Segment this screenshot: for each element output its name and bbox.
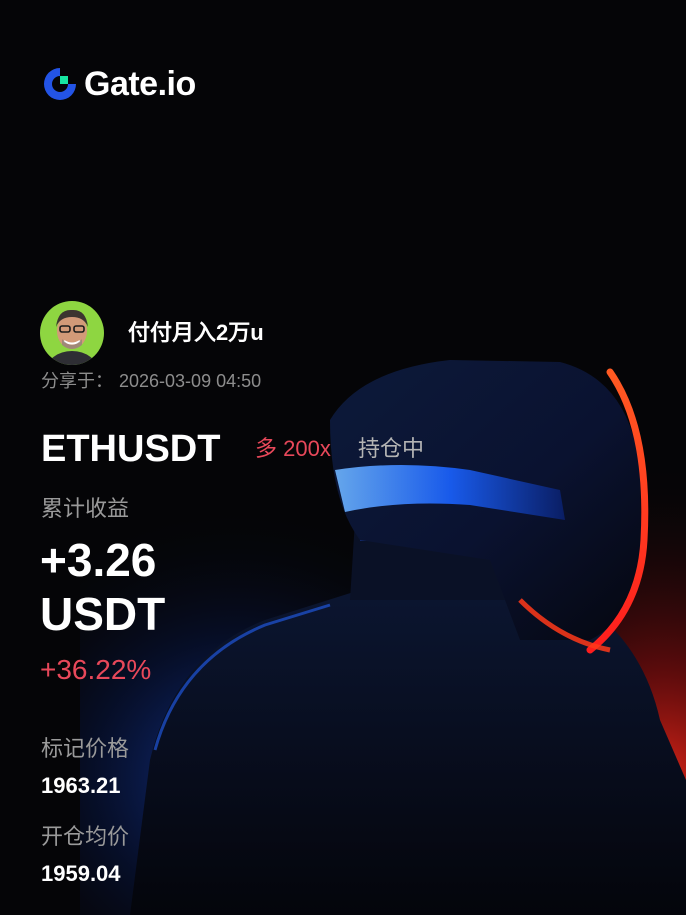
pnl-unit: USDT: [40, 588, 166, 640]
trading-pair: ETHUSDT: [41, 428, 221, 470]
share-time-label: 分享于：: [41, 371, 113, 391]
entry-price-value: 1959.04: [41, 861, 121, 886]
mark-price-value: 1963.21: [41, 773, 121, 798]
username: 付付月入2万u: [128, 320, 264, 345]
pnl-percent: +36.22%: [40, 654, 152, 685]
share-time-value: 2026-03-09 04:50: [119, 371, 262, 391]
entry-price-label: 开仓均价: [41, 824, 130, 849]
pnl-value: +3.26: [40, 534, 157, 586]
pnl-label: 累计收益: [41, 496, 130, 521]
gate-logo: Gate.io: [42, 66, 196, 102]
position-side-leverage: 多 200x: [255, 436, 331, 461]
mark-price-label: 标记价格: [41, 736, 130, 761]
brand-name: Gate.io: [84, 65, 196, 103]
gate-logo-icon: [44, 68, 76, 100]
position-status: 持仓中: [358, 436, 425, 461]
avatar: [40, 301, 104, 365]
share-time: 分享于： 2026-03-09 04:50: [41, 370, 261, 392]
share-card: Gate.io 付付月入2万u 分享于： 2026-03-09 04:50 ETH…: [0, 0, 686, 915]
